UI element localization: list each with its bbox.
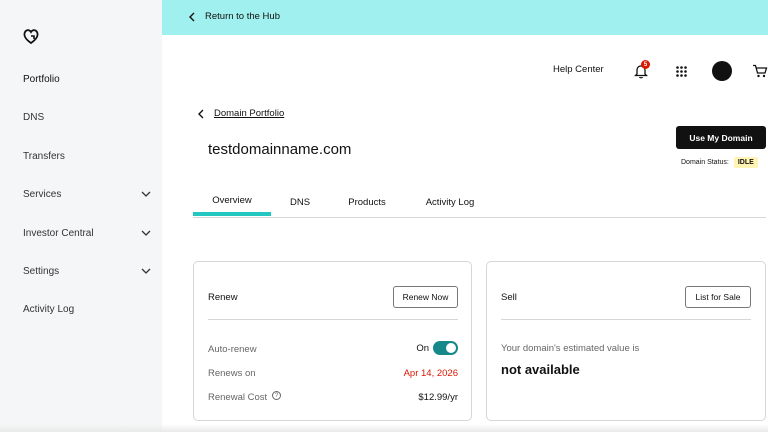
tab-bar: Overview DNS Products Activity Log <box>193 188 766 218</box>
chevron-left-icon <box>198 109 204 118</box>
sidebar-item-dns[interactable]: DNS <box>0 102 162 132</box>
renewal-cost-label: Renewal Cost <box>208 392 268 403</box>
return-to-hub-link[interactable]: Return to the Hub <box>188 11 280 22</box>
sidebar-item-label: Transfers <box>23 150 65 162</box>
renew-card-title: Renew <box>208 292 238 303</box>
sell-card-title: Sell <box>501 292 517 303</box>
sidebar-item-services[interactable]: Services <box>0 179 162 209</box>
sidebar-item-investor-central[interactable]: Investor Central <box>0 218 162 248</box>
use-my-domain-button[interactable]: Use My Domain <box>676 126 766 149</box>
sidebar-item-label: Activity Log <box>23 303 75 315</box>
renew-now-button[interactable]: Renew Now <box>393 286 458 308</box>
tab-dns[interactable]: DNS <box>282 188 318 216</box>
tab-products[interactable]: Products <box>342 188 392 216</box>
chevron-down-icon <box>141 268 151 274</box>
sidebar-item-label: Services <box>23 188 62 200</box>
help-center-link[interactable]: Help Center <box>553 64 604 75</box>
chevron-down-icon <box>141 191 151 197</box>
renew-card: Renew Renew Now Auto-renew On Renews on … <box>193 261 472 421</box>
renews-on-label: Renews on <box>208 368 256 379</box>
tab-activity-log[interactable]: Activity Log <box>420 188 480 216</box>
apps-grid-icon[interactable] <box>676 66 687 77</box>
estimate-label: Your domain's estimated value is <box>501 343 640 354</box>
question-icon[interactable]: ? <box>272 391 281 400</box>
sidebar-item-portfolio[interactable]: Portfolio <box>0 64 162 94</box>
divider <box>208 319 458 320</box>
domain-status-label: Domain Status: <box>681 159 729 166</box>
tab-overview[interactable]: Overview <box>193 188 271 216</box>
sidebar-item-transfers[interactable]: Transfers <box>0 141 162 171</box>
sidebar-item-label: Investor Central <box>23 227 94 239</box>
list-for-sale-button[interactable]: List for Sale <box>685 286 751 308</box>
sidebar-item-label: Portfolio <box>23 73 60 85</box>
auto-renew-label: Auto-renew <box>208 344 257 355</box>
sidebar-item-activity-log[interactable]: Activity Log <box>0 294 162 324</box>
avatar[interactable] <box>712 61 732 81</box>
chevron-down-icon <box>141 230 151 236</box>
sidebar: Portfolio DNS Transfers Services Investo… <box>0 0 162 432</box>
status-badge: IDLE <box>733 157 758 168</box>
auto-renew-toggle[interactable] <box>433 341 458 355</box>
sidebar-item-label: Settings <box>23 265 60 277</box>
cart-icon[interactable] <box>752 64 768 78</box>
auto-renew-value: On <box>416 343 429 354</box>
return-to-hub-label: Return to the Hub <box>205 11 280 22</box>
sidebar-item-settings[interactable]: Settings <box>0 256 162 286</box>
sidebar-item-label: DNS <box>23 111 45 123</box>
breadcrumb-label[interactable]: Domain Portfolio <box>214 108 284 119</box>
notification-badge: 5 <box>641 60 650 69</box>
brand-logo-icon[interactable] <box>22 27 40 45</box>
page-title: testdomainname.com <box>208 141 352 158</box>
sell-card: Sell List for Sale Your domain's estimat… <box>486 261 766 421</box>
hub-banner: Return to the Hub <box>162 0 768 35</box>
renews-on-value: Apr 14, 2026 <box>403 368 458 379</box>
chevron-left-icon <box>189 12 195 21</box>
domain-status: Domain Status: IDLE <box>681 157 758 168</box>
divider <box>501 319 751 320</box>
breadcrumb[interactable]: Domain Portfolio <box>197 108 284 119</box>
renewal-cost-value: $12.99/yr <box>418 392 458 403</box>
bottom-shadow <box>0 424 768 432</box>
estimate-value: not available <box>501 362 580 377</box>
